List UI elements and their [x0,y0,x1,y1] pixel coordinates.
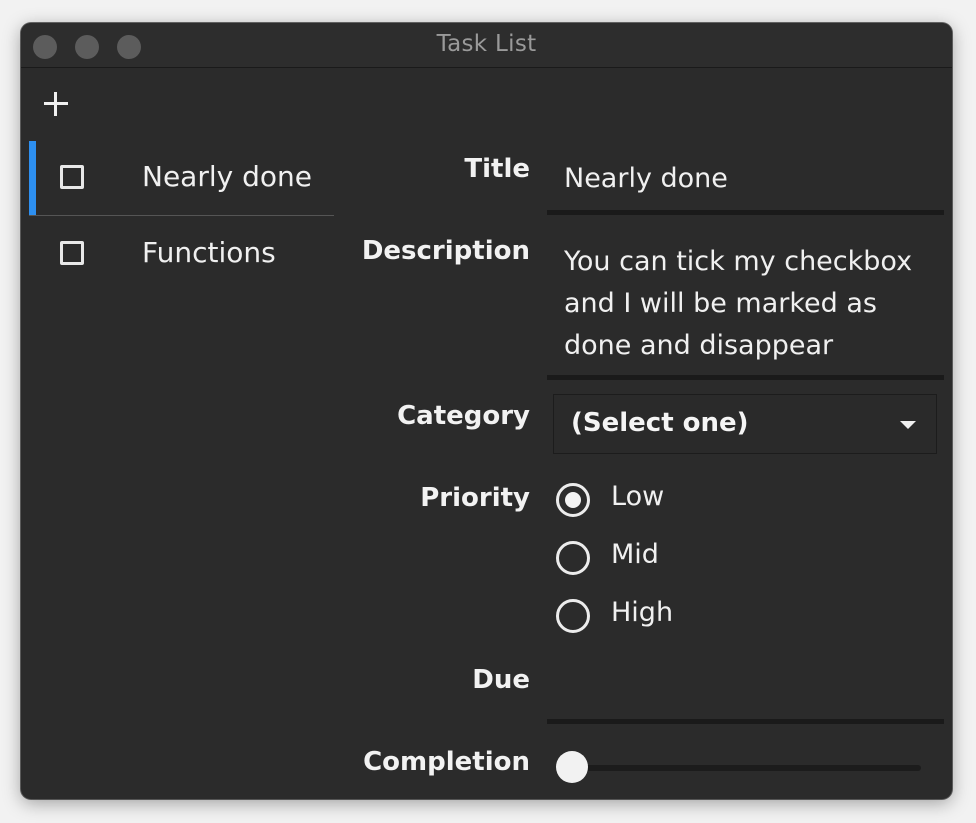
title-bar: Task List [21,23,952,68]
radio-circle[interactable] [556,483,590,517]
plus-icon[interactable] [41,89,71,119]
priority-radio-low[interactable]: Low [556,479,856,519]
completion-label: Completion [363,747,530,777]
radio-label: Low [611,481,665,512]
task-label: Nearly done [142,160,312,193]
title-label: Title [464,154,530,184]
radio-selected-dot [565,492,581,508]
completion-slider[interactable] [556,749,921,785]
category-label: Category [397,401,530,431]
title-value: Nearly done [564,163,728,194]
task-checkbox[interactable] [60,241,84,265]
slider-track[interactable] [566,765,921,771]
radio-circle[interactable] [556,599,590,633]
description-value: You can tick my checkbox and I will be m… [564,246,913,361]
radio-label: Mid [611,539,659,570]
priority-radio-mid[interactable]: Mid [556,537,856,577]
due-label: Due [472,665,530,695]
priority-label: Priority [420,483,530,513]
selection-indicator [29,141,36,215]
slider-thumb[interactable] [556,751,588,783]
window-title: Task List [436,31,537,57]
task-label: Functions [142,236,276,269]
description-field[interactable]: You can tick my checkbox and I will be m… [547,238,944,380]
title-field[interactable]: Nearly done [547,155,944,215]
due-field[interactable] [547,663,944,724]
category-value: (Select one) [571,408,749,438]
caret-down-icon [900,421,916,429]
radio-circle[interactable] [556,541,590,575]
priority-radio-high[interactable]: High [556,595,856,635]
task-list-window: Task List Nearly done Functions Title Ne… [21,23,952,799]
task-list-item[interactable]: Nearly done [29,141,334,216]
radio-label: High [611,597,674,628]
task-checkbox[interactable] [60,165,84,189]
description-label: Description [361,236,530,266]
task-list-item[interactable]: Functions [29,217,334,291]
category-select[interactable]: (Select one) [553,394,937,454]
